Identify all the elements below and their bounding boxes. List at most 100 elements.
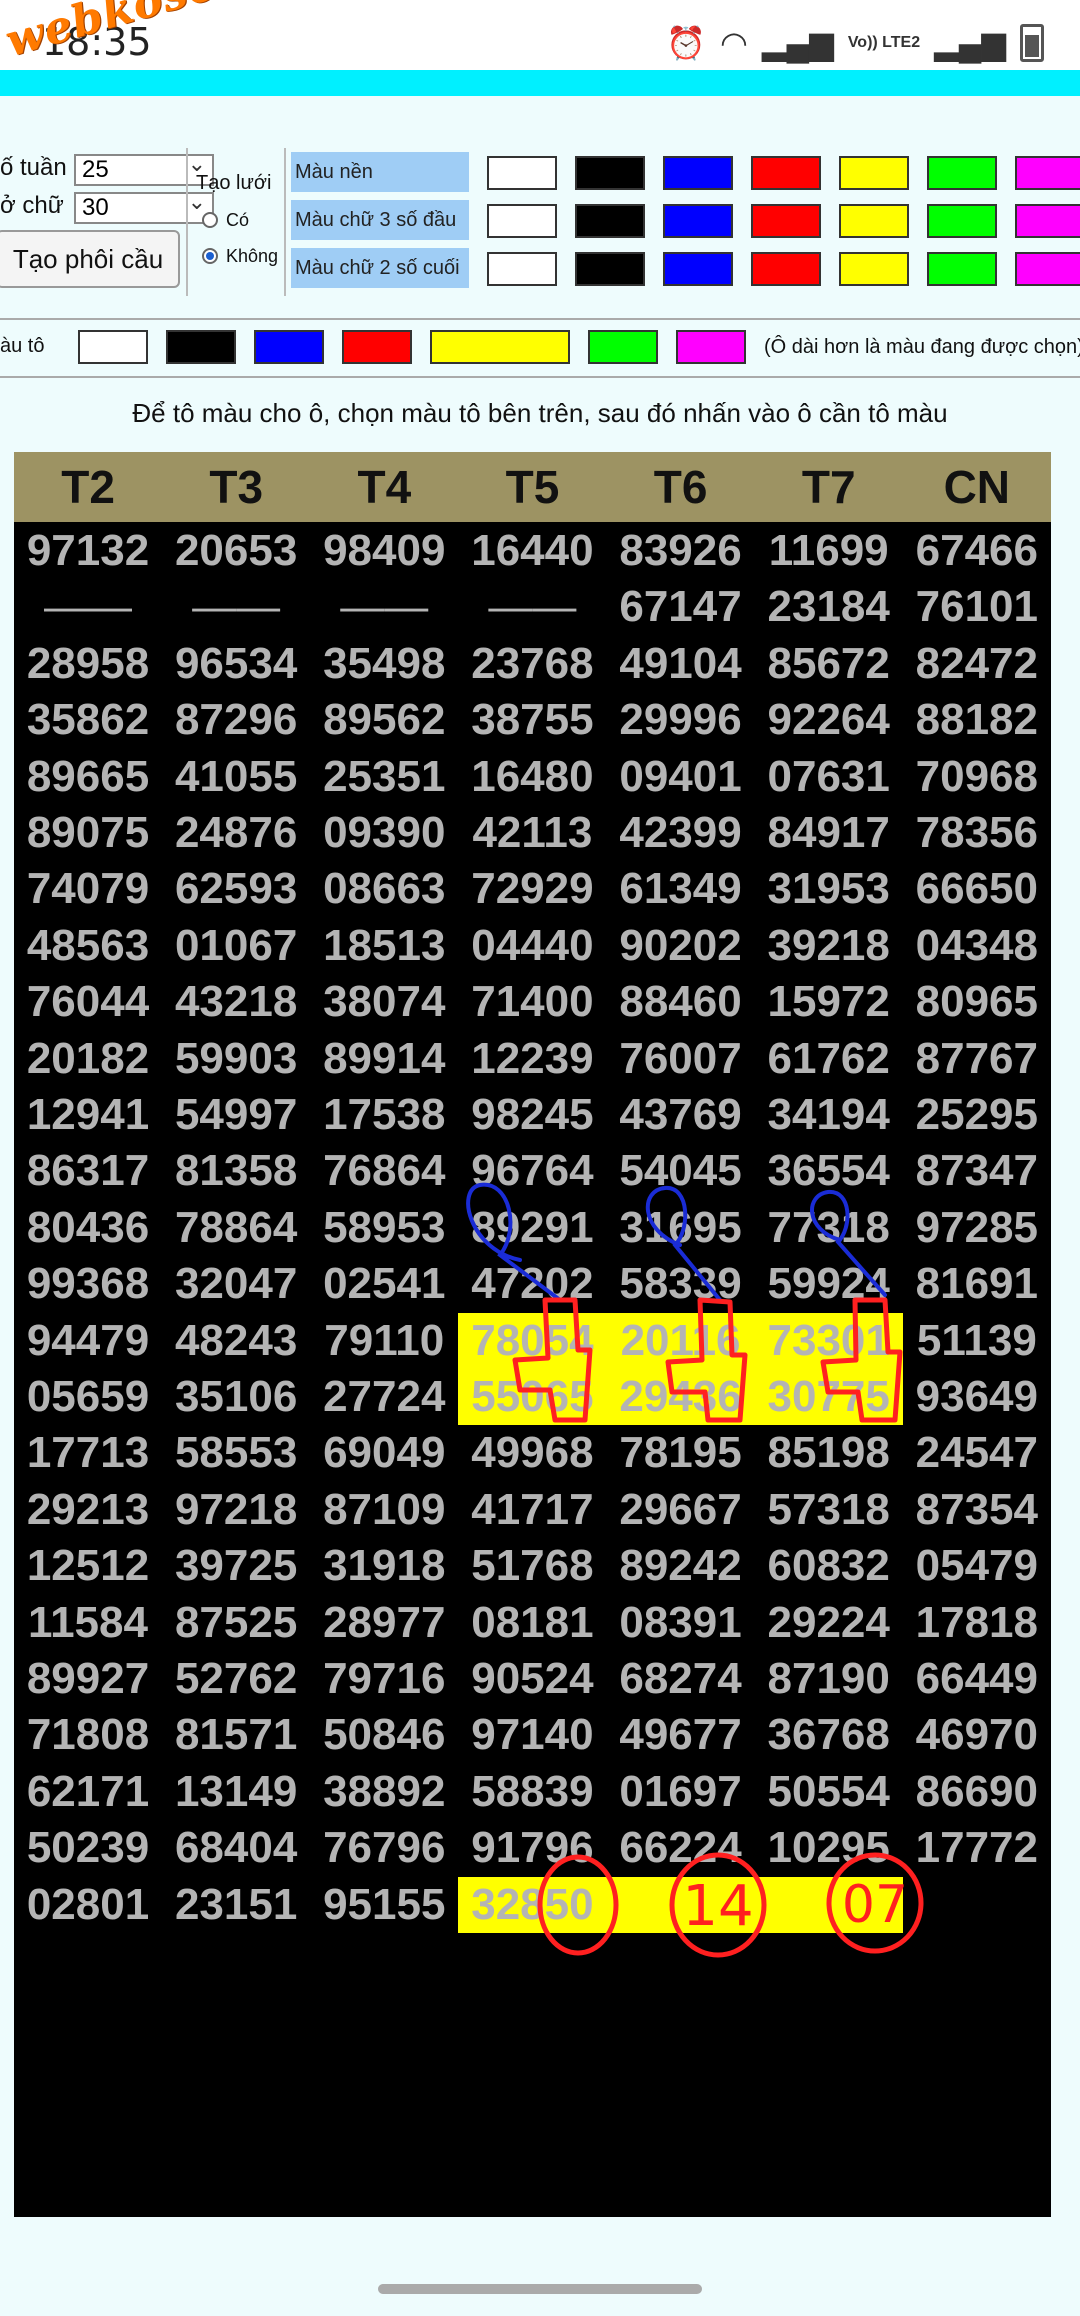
grid-cell[interactable]: 80965 <box>903 974 1051 1030</box>
color-swatch[interactable] <box>663 204 733 238</box>
grid-cell[interactable]: 11699 <box>755 523 903 579</box>
grid-cell[interactable]: 87109 <box>310 1482 458 1538</box>
grid-cell[interactable]: 16440 <box>458 523 606 579</box>
grid-cell[interactable]: 59924 <box>755 1256 903 1312</box>
grid-cell[interactable]: 41717 <box>458 1482 606 1538</box>
grid-cell[interactable]: 51139 <box>903 1313 1051 1369</box>
grid-cell[interactable]: 39725 <box>162 1538 310 1594</box>
grid-cell[interactable]: 30775 <box>755 1369 903 1425</box>
grid-cell[interactable]: 36768 <box>755 1707 903 1763</box>
grid-cell[interactable]: 38892 <box>310 1764 458 1820</box>
color-swatch[interactable] <box>575 156 645 190</box>
grid-cell[interactable]: 86690 <box>903 1764 1051 1820</box>
grid-cell[interactable]: 87354 <box>903 1482 1051 1538</box>
grid-cell[interactable]: 47202 <box>458 1256 606 1312</box>
grid-cell[interactable]: 08391 <box>607 1595 755 1651</box>
grid-cell[interactable]: 87190 <box>755 1651 903 1707</box>
grid-cell[interactable]: 23151 <box>162 1877 310 1933</box>
grid-cell[interactable]: 31918 <box>310 1538 458 1594</box>
grid-cell[interactable]: 91796 <box>458 1820 606 1876</box>
grid-cell[interactable]: 90524 <box>458 1651 606 1707</box>
grid-cell[interactable]: 54997 <box>162 1087 310 1143</box>
grid-cell[interactable]: 71808 <box>14 1707 162 1763</box>
radio-khong[interactable] <box>202 248 218 264</box>
grid-cell[interactable]: —— <box>14 579 162 635</box>
grid-cell[interactable]: 10295 <box>755 1820 903 1876</box>
grid-cell[interactable]: 17538 <box>310 1087 458 1143</box>
co-chu-select[interactable]: 30 <box>74 188 214 224</box>
grid-cell[interactable]: 35862 <box>14 692 162 748</box>
grid-cell[interactable]: 36554 <box>755 1143 903 1199</box>
grid-cell[interactable]: 95155 <box>310 1877 458 1933</box>
grid-cell[interactable]: 89075 <box>14 805 162 861</box>
grid-cell[interactable]: 20116 <box>607 1313 755 1369</box>
grid-cell[interactable]: 12941 <box>14 1087 162 1143</box>
create-button[interactable]: Tạo phôi cầu <box>0 230 180 288</box>
grid-cell[interactable]: 24547 <box>903 1425 1051 1481</box>
grid-cell[interactable]: 29667 <box>607 1482 755 1538</box>
grid-cell[interactable]: 55065 <box>458 1369 606 1425</box>
grid-cell[interactable]: 12239 <box>458 1031 606 1087</box>
color-swatch[interactable] <box>927 204 997 238</box>
grid-cell[interactable]: 02541 <box>310 1256 458 1312</box>
grid-cell[interactable]: 87767 <box>903 1031 1051 1087</box>
grid-cell[interactable]: 78356 <box>903 805 1051 861</box>
color-swatch[interactable] <box>575 252 645 286</box>
so-tuan-select[interactable]: 25 <box>74 150 214 186</box>
grid-cell[interactable]: 62593 <box>162 861 310 917</box>
grid-cell[interactable]: 38755 <box>458 692 606 748</box>
grid-cell[interactable]: 79716 <box>310 1651 458 1707</box>
grid-cell[interactable]: 88182 <box>903 692 1051 748</box>
color-swatch[interactable] <box>839 156 909 190</box>
grid-cell[interactable]: 01067 <box>162 918 310 974</box>
grid-cell[interactable]: 85672 <box>755 636 903 692</box>
paint-swatch[interactable] <box>676 330 746 364</box>
color-swatch[interactable] <box>487 252 557 286</box>
color-swatch[interactable] <box>575 204 645 238</box>
grid-cell[interactable]: 72929 <box>458 861 606 917</box>
radio-co[interactable] <box>202 212 218 228</box>
grid-cell[interactable]: 35498 <box>310 636 458 692</box>
grid-cell[interactable]: 02801 <box>14 1877 162 1933</box>
grid-cell[interactable]: 89242 <box>607 1538 755 1594</box>
grid-cell[interactable]: 46970 <box>903 1707 1051 1763</box>
grid-cell[interactable]: 39218 <box>755 918 903 974</box>
grid-cell[interactable]: 82472 <box>903 636 1051 692</box>
grid-cell[interactable]: 83926 <box>607 523 755 579</box>
grid-cell[interactable]: —— <box>310 579 458 635</box>
grid-cell[interactable]: 17772 <box>903 1820 1051 1876</box>
grid-cell[interactable]: 78195 <box>607 1425 755 1481</box>
grid-cell[interactable]: 50239 <box>14 1820 162 1876</box>
grid-cell[interactable]: 32850 <box>458 1877 606 1933</box>
grid-cell[interactable]: 08663 <box>310 861 458 917</box>
grid-cell[interactable]: 35106 <box>162 1369 310 1425</box>
grid-cell[interactable]: 05479 <box>903 1538 1051 1594</box>
grid-cell[interactable]: 23184 <box>755 579 903 635</box>
paint-swatch[interactable] <box>254 330 324 364</box>
grid-cell[interactable]: 61349 <box>607 861 755 917</box>
grid-cell[interactable]: 78054 <box>458 1313 606 1369</box>
grid-cell[interactable]: 49104 <box>607 636 755 692</box>
grid-cell[interactable]: 12512 <box>14 1538 162 1594</box>
grid-cell[interactable]: 96534 <box>162 636 310 692</box>
grid-cell[interactable]: 34194 <box>755 1087 903 1143</box>
grid-cell[interactable]: 90202 <box>607 918 755 974</box>
grid-cell[interactable]: 57318 <box>755 1482 903 1538</box>
color-swatch[interactable] <box>839 252 909 286</box>
grid-cell[interactable]: 07631 <box>755 749 903 805</box>
grid-cell[interactable]: 98245 <box>458 1087 606 1143</box>
color-swatch[interactable] <box>487 156 557 190</box>
grid-cell[interactable]: 01697 <box>607 1764 755 1820</box>
grid-cell[interactable]: 89665 <box>14 749 162 805</box>
grid-cell[interactable]: 87296 <box>162 692 310 748</box>
grid-cell[interactable]: 18513 <box>310 918 458 974</box>
grid-cell[interactable]: 66650 <box>903 861 1051 917</box>
grid-cell[interactable]: 97285 <box>903 1200 1051 1256</box>
grid-cell[interactable]: 58953 <box>310 1200 458 1256</box>
grid-cell[interactable]: 29213 <box>14 1482 162 1538</box>
grid-cell[interactable]: 54045 <box>607 1143 755 1199</box>
grid-cell[interactable]: 43218 <box>162 974 310 1030</box>
paint-swatch[interactable] <box>166 330 236 364</box>
grid-cell[interactable]: 13149 <box>162 1764 310 1820</box>
color-swatch[interactable] <box>1015 252 1080 286</box>
